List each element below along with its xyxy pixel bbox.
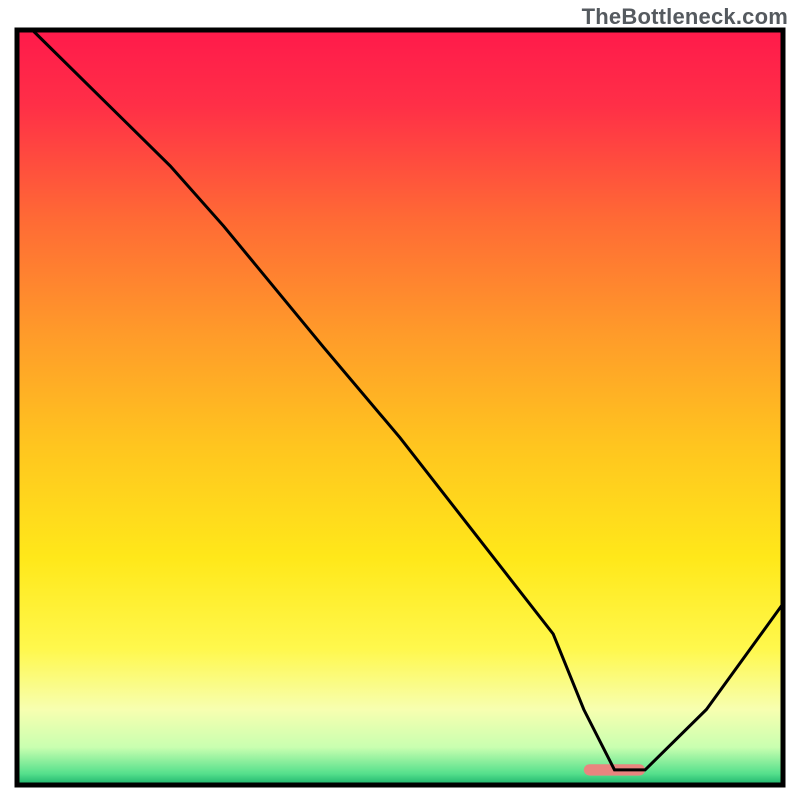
chart-container: TheBottleneck.com	[0, 0, 800, 800]
plot-area	[17, 30, 783, 785]
bottleneck-chart	[0, 0, 800, 800]
watermark-text: TheBottleneck.com	[582, 4, 788, 30]
